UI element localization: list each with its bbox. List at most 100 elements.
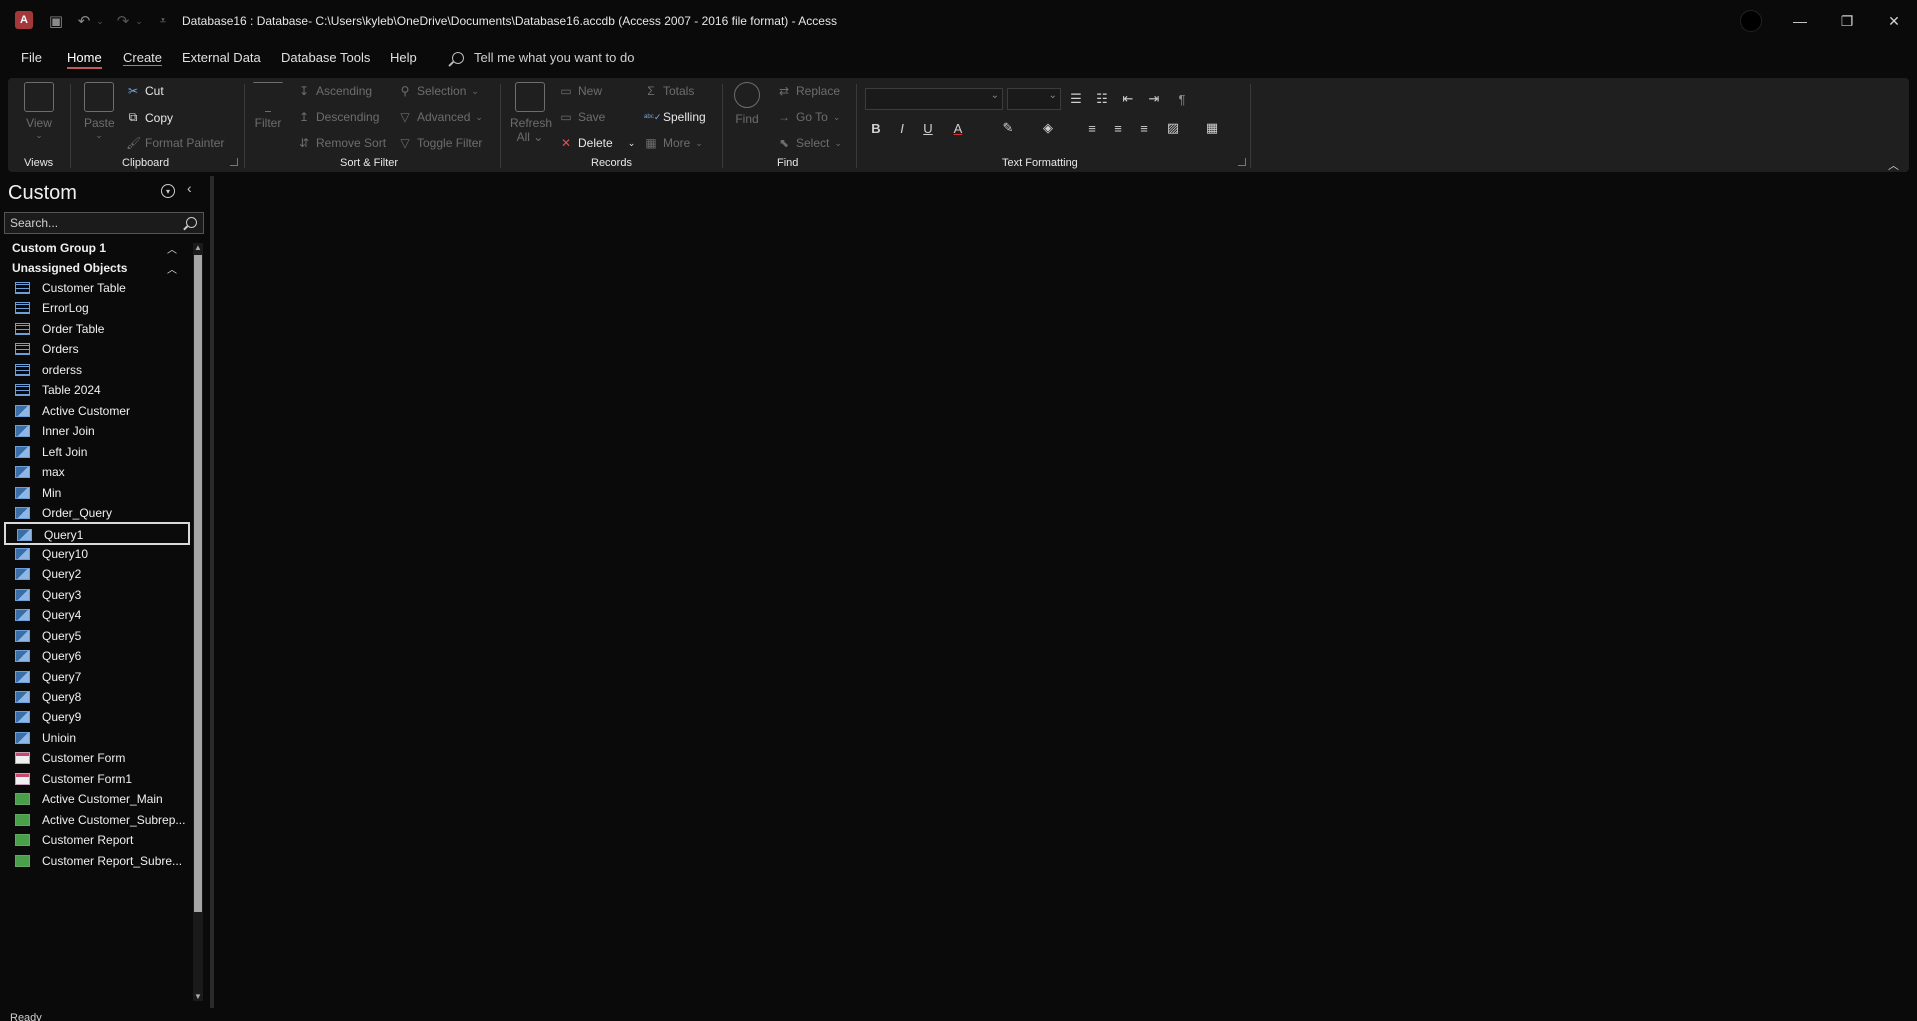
select-button[interactable]: ⬉ Select ⌄: [777, 136, 842, 150]
nav-search-input[interactable]: Search...: [4, 212, 204, 234]
toggle-filter-label: Toggle Filter: [417, 136, 483, 150]
highlight-icon[interactable]: ✎: [998, 118, 1018, 138]
paste-button[interactable]: Paste ⌄: [84, 82, 115, 141]
nav-scrollbar[interactable]: ▲ ▼: [193, 243, 203, 1001]
nav-group-unassigned-objects[interactable]: Unassigned Objects: [12, 261, 127, 275]
copy-icon: ⧉: [128, 110, 138, 124]
close-icon[interactable]: ✕: [1874, 8, 1914, 34]
nav-item-label: Query9: [42, 710, 82, 725]
align-left-icon[interactable]: ≡: [1082, 118, 1102, 138]
alternate-row-color-icon[interactable]: ▨: [1163, 118, 1183, 138]
nav-pane-title[interactable]: Custom: [8, 182, 77, 205]
clipboard-launcher-icon[interactable]: [230, 158, 238, 166]
chevron-up-icon[interactable]: ︿: [167, 241, 177, 256]
minimize-icon[interactable]: —: [1780, 8, 1820, 34]
delete-record-button[interactable]: ✕ Delete ⌄: [559, 136, 635, 150]
descending-button[interactable]: ↥ Descending: [297, 110, 379, 124]
group-separator: [70, 84, 71, 168]
italic-button[interactable]: I: [892, 118, 912, 138]
more-button[interactable]: ▦ More ⌄: [644, 136, 703, 150]
view-button[interactable]: View ⌄: [24, 82, 54, 141]
nav-item-report[interactable]: Customer Report_Subre...: [4, 850, 190, 873]
customize-qat-icon[interactable]: ⩡: [152, 10, 174, 32]
spelling-button[interactable]: ᵃᵇᶜ✓ Spelling: [644, 110, 706, 124]
tab-create[interactable]: Create: [123, 50, 163, 66]
selection-button[interactable]: ⚲ Selection ⌄: [398, 84, 479, 98]
nav-item-label: Customer Form1: [42, 771, 133, 786]
increase-indent-icon[interactable]: ⇥: [1144, 89, 1164, 109]
arrow-right-icon: →: [778, 110, 790, 124]
replace-button[interactable]: ⇄ Replace: [777, 84, 840, 98]
search-icon[interactable]: [186, 217, 197, 228]
go-to-label: Go To: [796, 110, 828, 124]
tab-home[interactable]: Home: [67, 50, 102, 69]
bold-button[interactable]: B: [866, 118, 886, 138]
text-formatting-launcher-icon[interactable]: [1238, 158, 1246, 166]
nav-item-label: Min: [42, 485, 62, 500]
tell-me-search[interactable]: Tell me what you want to do: [452, 50, 634, 65]
scroll-down-icon[interactable]: ▼: [193, 992, 203, 1001]
nav-item-label: Left Join: [42, 444, 88, 459]
align-right-icon[interactable]: ≡: [1134, 118, 1154, 138]
view-icon: [24, 82, 54, 112]
toggle-filter-button[interactable]: ▽ Toggle Filter: [398, 136, 482, 150]
tab-database-tools[interactable]: Database Tools: [281, 50, 370, 65]
scrollbar-thumb[interactable]: [194, 255, 202, 912]
group-label-views: Views: [24, 157, 54, 169]
nav-item-label: Table 2024: [42, 383, 101, 398]
ribbon: View ⌄ Views Paste ⌄ ✂ Cut ⧉ Copy 🖌 Form…: [8, 78, 1909, 172]
undo-icon[interactable]: ↶: [73, 10, 95, 32]
chevron-up-icon[interactable]: ︿: [167, 261, 177, 276]
redo-icon[interactable]: ↷: [112, 10, 134, 32]
collapse-ribbon-icon[interactable]: ︿: [1888, 157, 1899, 173]
copy-button[interactable]: ⧉ Copy: [126, 110, 173, 125]
numbering-icon[interactable]: ☷: [1092, 89, 1112, 109]
scroll-up-icon[interactable]: ▲: [193, 243, 203, 252]
undo-dropdown-icon[interactable]: ⌄: [95, 10, 105, 32]
find-label: Find: [735, 112, 759, 126]
nav-menu-dropdown-icon[interactable]: ▾: [161, 184, 175, 198]
report-object-icon: [15, 793, 30, 806]
remove-sort-button[interactable]: ⇵ Remove Sort: [297, 136, 386, 150]
font-size-dropdown[interactable]: [1007, 88, 1061, 110]
decrease-indent-icon[interactable]: ⇤: [1118, 89, 1138, 109]
tab-file[interactable]: File: [21, 50, 42, 65]
cut-button[interactable]: ✂ Cut: [126, 84, 164, 98]
new-record-button[interactable]: ▭ New: [559, 84, 602, 98]
group-separator: [500, 84, 501, 168]
ribbon-tabs: File Home Create External Data Database …: [0, 48, 1917, 72]
nav-group-custom-group-1[interactable]: Custom Group 1: [12, 241, 106, 255]
nav-item-label: Query2: [42, 567, 82, 582]
font-color-button[interactable]: A: [948, 118, 968, 138]
font-name-dropdown[interactable]: [865, 88, 1003, 110]
gridlines-icon[interactable]: ▦: [1202, 118, 1222, 138]
refresh-all-button[interactable]: Refresh All ⌄: [510, 82, 552, 144]
paragraph-direction-icon[interactable]: ¶: [1172, 89, 1192, 109]
save-icon[interactable]: ▣: [45, 10, 67, 32]
group-label-text-formatting: Text Formatting: [1002, 157, 1078, 169]
tab-external-data[interactable]: External Data: [182, 50, 261, 65]
align-center-icon[interactable]: ≡: [1108, 118, 1128, 138]
save-record-button[interactable]: ▭ Save: [559, 110, 605, 124]
tab-help[interactable]: Help: [390, 50, 417, 65]
go-to-button[interactable]: → Go To ⌄: [777, 110, 840, 124]
delete-dropdown-icon[interactable]: ⌄: [628, 138, 636, 149]
format-painter-label: Format Painter: [145, 136, 225, 150]
shutter-bar-close-icon[interactable]: ‹: [187, 180, 192, 196]
filter-button[interactable]: Filter: [253, 82, 283, 130]
totals-button[interactable]: Σ Totals: [644, 84, 694, 98]
redo-dropdown-icon[interactable]: ⌄: [134, 10, 144, 32]
restore-icon[interactable]: ❐: [1827, 8, 1867, 34]
table-object-icon: [15, 282, 30, 294]
ascending-button[interactable]: ↧ Ascending: [297, 84, 372, 98]
bullets-icon[interactable]: ☰: [1066, 89, 1086, 109]
totals-label: Totals: [663, 84, 695, 98]
form-object-icon: [15, 772, 30, 785]
advanced-button[interactable]: ▽ Advanced ⌄: [398, 110, 483, 124]
user-avatar[interactable]: [1740, 10, 1762, 32]
underline-button[interactable]: U: [918, 118, 938, 138]
find-button[interactable]: Find: [730, 82, 764, 126]
format-painter-button[interactable]: 🖌 Format Painter: [126, 136, 224, 150]
selection-filter-icon: ⚲: [400, 84, 410, 98]
fill-color-icon[interactable]: ◈: [1038, 118, 1058, 138]
